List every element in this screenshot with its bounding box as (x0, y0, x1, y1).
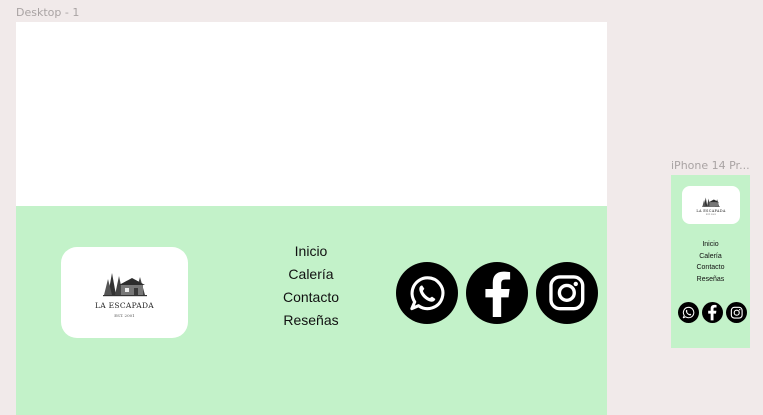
logo-card[interactable]: LA ESCAPADA EST. 2001 (61, 247, 188, 338)
footer-nav: Inicio Calería Contacto Reseñas (262, 240, 360, 332)
nav-link-inicio[interactable]: Inicio (295, 240, 328, 263)
desktop-frame[interactable]: LA ESCAPADA EST. 2001 Inicio Calería Con… (16, 22, 607, 415)
iphone-frame-label[interactable]: iPhone 14 Pr... (671, 159, 751, 172)
nav-link-galeria-mobile[interactable]: Calería (699, 251, 722, 263)
whatsapp-button-mobile[interactable] (678, 302, 699, 323)
instagram-button[interactable] (536, 262, 598, 324)
footer-nav-mobile: Inicio Calería Contacto Reseñas (671, 239, 750, 285)
logo-card-mobile[interactable]: LA ESCAPADA EST. 2001 (682, 186, 740, 224)
instagram-icon (549, 275, 585, 311)
facebook-button-mobile[interactable] (702, 302, 723, 323)
instagram-icon (730, 306, 743, 319)
footer: LA ESCAPADA EST. 2001 Inicio Calería Con… (16, 206, 607, 415)
nav-link-contacto-mobile[interactable]: Contacto (696, 262, 724, 274)
whatsapp-icon (410, 276, 445, 310)
nav-link-resenas[interactable]: Reseñas (283, 309, 338, 332)
facebook-icon (485, 271, 511, 318)
social-links-mobile (678, 302, 747, 323)
iphone-frame[interactable]: LA ESCAPADA EST. 2001 Inicio Calería Con… (671, 175, 750, 348)
logo-est-mobile: EST. 2001 (705, 213, 717, 216)
nav-link-contacto[interactable]: Contacto (283, 286, 339, 309)
instagram-button-mobile[interactable] (726, 302, 747, 323)
cabin-logo-icon (702, 196, 720, 207)
logo-name-mobile: LA ESCAPADA (696, 208, 726, 213)
whatsapp-icon (682, 306, 695, 319)
nav-link-inicio-mobile[interactable]: Inicio (702, 239, 718, 251)
cabin-logo-icon (102, 273, 147, 297)
logo-name: LA ESCAPADA (94, 301, 155, 310)
facebook-icon (708, 305, 717, 321)
social-links (396, 262, 598, 324)
nav-link-galeria[interactable]: Calería (288, 263, 333, 286)
whatsapp-button[interactable] (396, 262, 458, 324)
desktop-frame-label[interactable]: Desktop - 1 (16, 6, 79, 19)
facebook-button[interactable] (466, 262, 528, 324)
logo-est: EST. 2001 (114, 313, 135, 318)
nav-link-resenas-mobile[interactable]: Reseñas (697, 274, 725, 286)
